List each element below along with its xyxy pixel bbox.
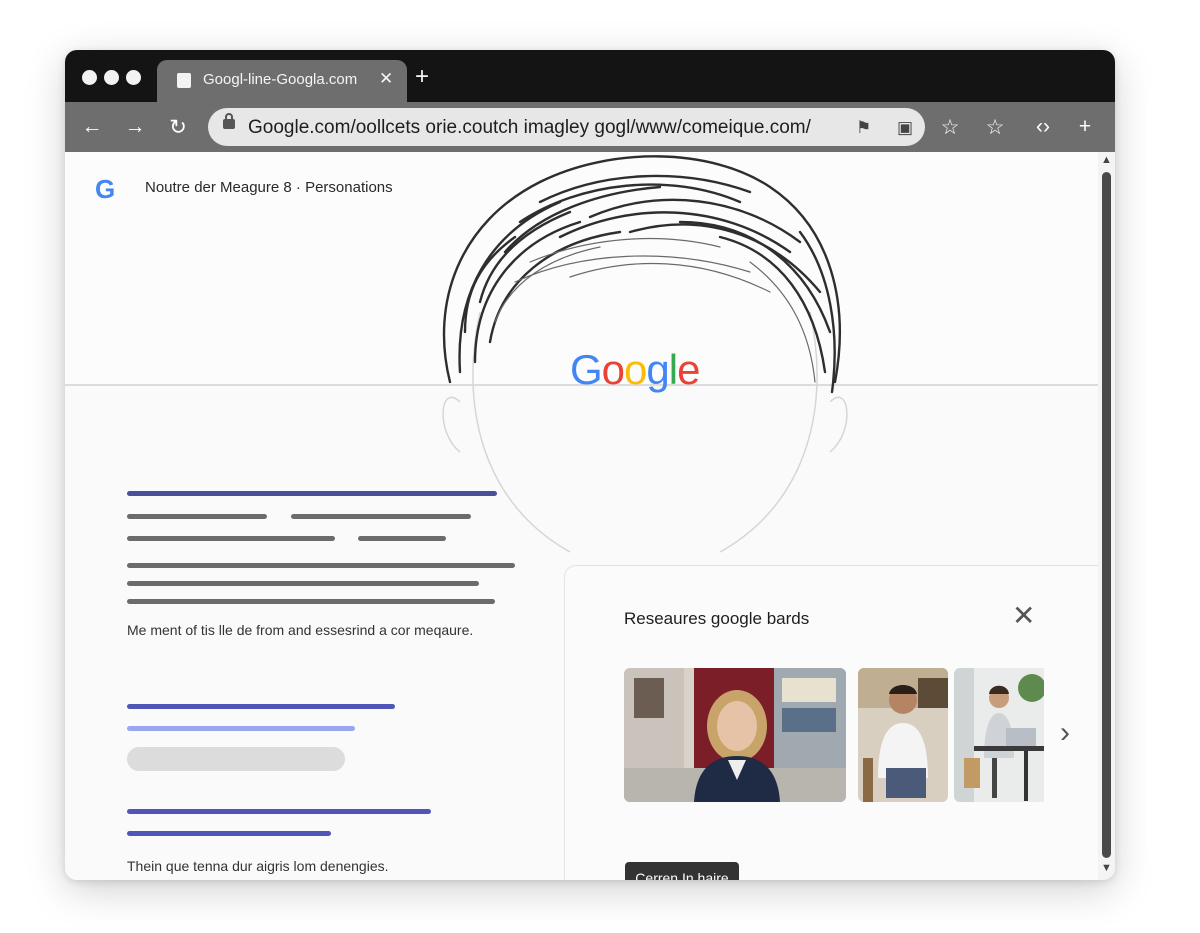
scrollbar-thumb[interactable] [1102, 172, 1111, 858]
plus-icon[interactable]: + [415, 65, 429, 89]
image-thumbnail[interactable] [858, 668, 948, 802]
link-placeholder-line[interactable] [127, 704, 395, 709]
page-heading: Noutre der Meagure 8 · Personations [145, 179, 393, 196]
close-icon[interactable]: ✕ [1012, 602, 1035, 630]
back-icon[interactable]: ← [79, 114, 105, 140]
close-icon[interactable]: ✕ [379, 69, 393, 89]
lock-icon [223, 113, 235, 129]
page-icon [177, 73, 191, 88]
google-g-icon: G [95, 174, 116, 204]
chevron-right-icon[interactable]: › [1060, 716, 1070, 750]
address-bar[interactable]: Google.com/oollcets orie.coutch imagley … [208, 108, 925, 146]
logo-letter: o [624, 346, 647, 393]
body-text: Me ment of tis lle de from and essesrind… [127, 622, 474, 638]
image-thumbnail[interactable] [624, 668, 846, 802]
scroll-down-icon[interactable]: ▼ [1101, 862, 1112, 874]
vertical-scrollbar[interactable]: ▲ ▼ [1098, 152, 1115, 880]
body-text: Thein que tenna dur aigris lom denengies… [127, 858, 389, 874]
translate-icon[interactable]: ⚑ [856, 118, 871, 138]
window-control-maximize[interactable] [126, 70, 141, 85]
text-placeholder-line [127, 491, 497, 496]
link-placeholder-line[interactable] [127, 809, 431, 814]
text-placeholder-line [291, 514, 471, 519]
logo-letter: l [668, 346, 678, 393]
bookmark-star-icon[interactable]: ☆ [937, 114, 963, 140]
logo-letter: o [601, 346, 625, 393]
logo-letter: e [677, 346, 700, 393]
text-placeholder-line [127, 536, 335, 541]
logo-letter: G [570, 346, 603, 393]
window-control-close[interactable] [82, 70, 97, 85]
search-chip-placeholder[interactable] [127, 747, 345, 771]
url-text[interactable]: Google.com/oollcets orie.coutch imagley … [248, 117, 811, 139]
image-thumbnail[interactable] [954, 668, 1044, 802]
browser-tab[interactable]: Googl‑line‑Googla.com ✕ [157, 60, 407, 102]
panel-action-button[interactable]: Cerren In haire [625, 862, 739, 880]
browser-toolbar: ← → ↻ Google.com/oollcets orie.coutch im… [65, 102, 1115, 152]
window-control-minimize[interactable] [104, 70, 119, 85]
code-icon[interactable]: ‹› [1030, 114, 1056, 140]
logo-letter: g [646, 346, 669, 393]
panel-title: Reseaures google bards [624, 609, 810, 628]
tab-title: Googl‑line‑Googla.com [203, 71, 358, 88]
add-icon[interactable]: + [1072, 114, 1098, 140]
browser-window: Googl‑line‑Googla.com ✕ + ← → ↻ Google.c… [65, 50, 1115, 880]
link-placeholder-line[interactable] [127, 726, 355, 731]
text-placeholder-line [127, 514, 267, 519]
text-placeholder-line [127, 581, 479, 586]
link-placeholder-line[interactable] [127, 831, 331, 836]
forward-icon[interactable]: → [122, 114, 148, 140]
text-placeholder-line [127, 563, 515, 568]
text-placeholder-line [358, 536, 446, 541]
text-placeholder-line [127, 599, 495, 604]
page-content: G Noutre der Meagure 8 · Personations Go… [65, 152, 1098, 880]
reload-icon[interactable]: ↻ [165, 114, 191, 140]
star-icon[interactable]: ☆ [982, 114, 1008, 140]
related-results-panel: Reseaures google bards ✕ › Cerren In hai… [564, 565, 1098, 880]
scroll-up-icon[interactable]: ▲ [1101, 154, 1112, 166]
google-logo: Google [570, 346, 700, 394]
tab-strip: Googl‑line‑Googla.com ✕ + [65, 50, 1115, 102]
extension-icon[interactable]: ▣ [897, 118, 913, 138]
